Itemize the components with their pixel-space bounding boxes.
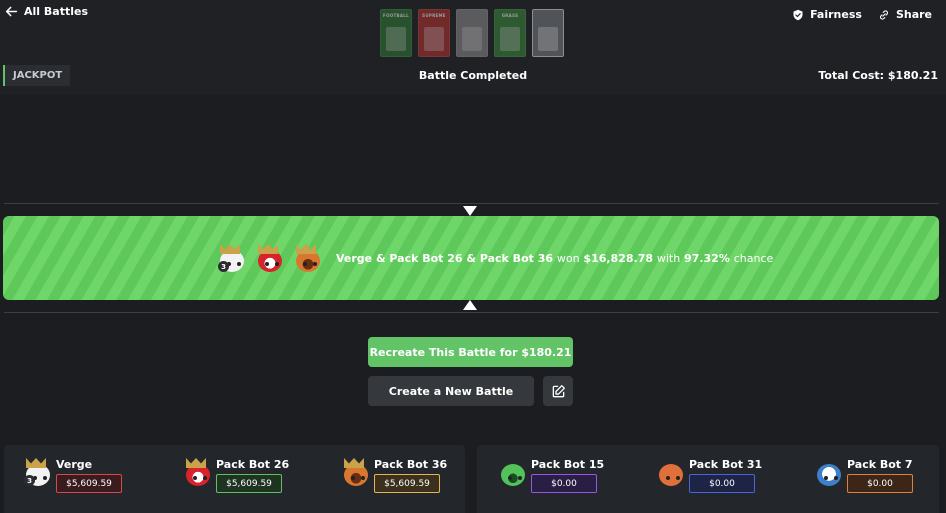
crown-icon: [220, 244, 240, 254]
battle-page: All Battles FOOTBALL SUPREME GRASS Fairn…: [0, 0, 946, 513]
pointer-up-icon: [463, 300, 477, 310]
winner-won-word: won: [556, 251, 580, 265]
pack-title: GRASS: [501, 13, 519, 18]
shield-check-icon: [793, 9, 803, 20]
winner-amount: $16,828.78: [583, 251, 654, 265]
divider-line: [4, 203, 939, 204]
fairness-label: Fairness: [810, 8, 862, 21]
avatar: [342, 458, 370, 486]
link-icon: [879, 9, 888, 20]
pack-card[interactable]: GRASS: [494, 9, 526, 57]
player-card[interactable]: Pack Bot 7 $0.00: [815, 458, 913, 493]
pack-card[interactable]: FOOTBALL: [380, 9, 412, 57]
player-card[interactable]: 3 Verge $5,609.59: [24, 458, 122, 493]
crown-icon: [344, 458, 364, 468]
crown-icon: [258, 244, 278, 254]
top-actions: Fairness Share: [792, 8, 932, 21]
pointer-down-icon: [463, 206, 477, 216]
pack-art: [462, 27, 482, 51]
avatar: 3: [218, 244, 246, 272]
pack-art: [538, 27, 558, 51]
player-amount: $5,609.59: [56, 474, 122, 493]
create-battle-button[interactable]: Create a New Battle: [368, 376, 534, 406]
pack-art: [386, 27, 406, 51]
battle-status: Battle Completed: [418, 69, 528, 82]
avatar: [499, 458, 527, 486]
divider-line: [4, 312, 939, 313]
winner-summary: Verge & Pack Bot 26 & Pack Bot 36 won $1…: [336, 252, 773, 265]
winner-chance: 97.32%: [684, 251, 730, 265]
edit-battle-button[interactable]: [543, 376, 573, 406]
pack-art: [424, 27, 444, 51]
player-amount: $5,609.59: [216, 474, 282, 493]
level-badge: 3: [218, 261, 229, 272]
player-card[interactable]: Pack Bot 15 $0.00: [499, 458, 604, 493]
crown-icon: [26, 458, 46, 468]
pack-card[interactable]: [532, 9, 564, 57]
player-name: Verge: [56, 458, 93, 471]
winner-names: Verge & Pack Bot 26 & Pack Bot 36: [336, 251, 554, 265]
all-battles-label: All Battles: [24, 5, 88, 18]
avatar: [815, 458, 843, 486]
avatar: [184, 458, 212, 486]
all-battles-link[interactable]: All Battles: [5, 5, 88, 18]
avatar: [256, 244, 284, 272]
winner-chance-word: chance: [733, 251, 774, 265]
player-amount: $0.00: [689, 474, 755, 493]
player-amount: $5,609.59: [374, 474, 440, 493]
player-amount: $0.00: [531, 474, 597, 493]
recreate-battle-button[interactable]: Recreate This Battle for $180.21: [368, 337, 573, 367]
crown-icon: [296, 244, 316, 254]
avatar: 3: [24, 458, 52, 486]
avatar: [294, 244, 322, 272]
player-card[interactable]: Pack Bot 36 $5,609.59: [342, 458, 447, 493]
player-card[interactable]: Pack Bot 31 $0.00: [657, 458, 762, 493]
player-card[interactable]: Pack Bot 26 $5,609.59: [184, 458, 289, 493]
player-name: Pack Bot 26: [216, 458, 290, 471]
total-cost: Total Cost: $180.21: [818, 69, 938, 82]
player-name: Pack Bot 36: [374, 458, 448, 471]
level-badge: 3: [24, 475, 35, 486]
team-panel: Pack Bot 15 $0.00 Pack Bot 31 $0.00 Pack…: [477, 445, 939, 513]
edit-icon: [552, 384, 565, 397]
share-button[interactable]: Share: [878, 8, 932, 21]
avatar: [657, 458, 685, 486]
battle-header: All Battles FOOTBALL SUPREME GRASS Fairn…: [0, 0, 946, 95]
winner-content: 3 Verge & Pack Bot 26 & Pack Bot 36 won …: [218, 240, 773, 276]
player-amount: $0.00: [847, 474, 913, 493]
winner-with-word: with: [656, 251, 681, 265]
pack-art: [500, 27, 520, 51]
pack-title: FOOTBALL: [383, 13, 409, 18]
pack-list: FOOTBALL SUPREME GRASS: [380, 9, 564, 57]
team-panel: 3 Verge $5,609.59 Pack Bot 26 $5,609.59: [4, 445, 465, 513]
crown-icon: [186, 458, 206, 468]
pack-card[interactable]: [456, 9, 488, 57]
pack-title: SUPREME: [422, 13, 446, 18]
player-name: Pack Bot 31: [689, 458, 763, 471]
fairness-button[interactable]: Fairness: [792, 8, 862, 21]
player-name: Pack Bot 15: [531, 458, 605, 471]
share-label: Share: [895, 8, 932, 21]
player-name: Pack Bot 7: [847, 458, 913, 471]
arrow-left-icon: [5, 6, 18, 17]
pack-card[interactable]: SUPREME: [418, 9, 450, 57]
